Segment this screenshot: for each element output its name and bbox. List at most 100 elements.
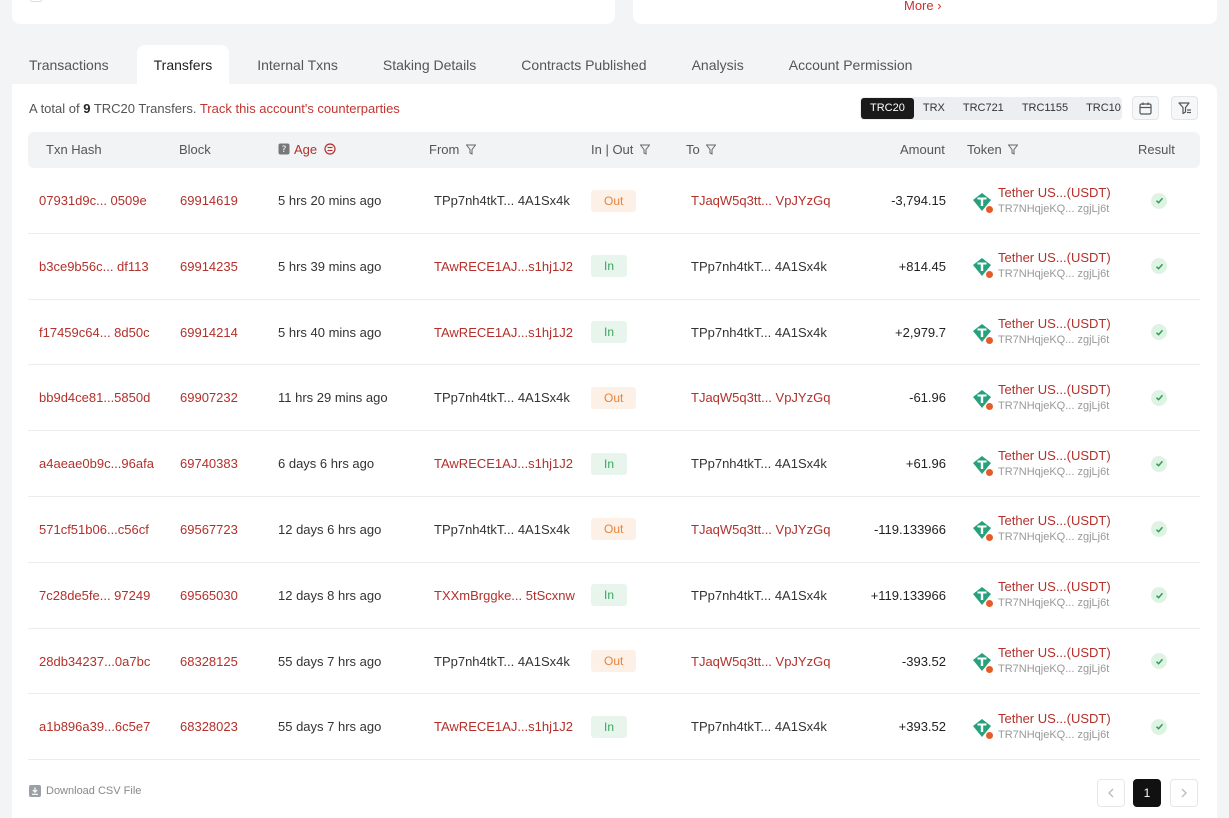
direction-badge: In <box>591 255 628 278</box>
token-cell[interactable]: Tether US...(USDT) TR7NHqjeKQ... zgjLj6t <box>972 365 1111 430</box>
tether-icon <box>972 455 994 477</box>
token-cell[interactable]: Tether US...(USDT) TR7NHqjeKQ... zgjLj6t <box>972 431 1111 496</box>
col-from-label: From <box>429 142 460 157</box>
tab-contracts-published[interactable]: Contracts Published <box>504 45 663 84</box>
block-link[interactable]: 68328125 <box>180 629 238 694</box>
token-type-trc20[interactable]: TRC20 <box>861 98 914 119</box>
age-text: 12 days 6 hrs ago <box>278 521 382 537</box>
block-link[interactable]: 69914235 <box>180 234 238 299</box>
tab-internal-txns[interactable]: Internal Txns <box>240 45 355 84</box>
table-row: 7c28de5fe... 97249 69565030 12 days 8 hrs … <box>28 563 1200 629</box>
calendar-button[interactable] <box>1132 96 1159 120</box>
token-name[interactable]: Tether US...(USDT) <box>998 447 1111 464</box>
token-cell[interactable]: Tether US...(USDT) TR7NHqjeKQ... zgjLj6t <box>972 563 1111 628</box>
txn-hash-link[interactable]: 07931d9c... 0509e <box>39 168 147 233</box>
token-contract: TR7NHqjeKQ... zgjLj6t <box>998 399 1110 412</box>
from-address[interactable]: TAwRECE1AJ...s1hj1J2 <box>434 694 573 759</box>
table-header: Txn Hash Block ? Age From In | Out To Am… <box>28 132 1200 168</box>
tab-transactions[interactable]: Transactions <box>12 45 126 84</box>
help-icon[interactable]: ? <box>278 133 290 169</box>
col-in-out[interactable]: In | Out <box>591 132 651 169</box>
to-address[interactable]: TJaqW5q3tt... VpJYzGq <box>691 629 830 694</box>
txn-hash-link[interactable]: a1b896a39...6c5e7 <box>39 694 150 759</box>
table-row: 28db34237...0a7bc 68328125 55 days 7 hrs a… <box>28 629 1200 695</box>
token-type-trc10[interactable]: TRC10 <box>1077 98 1130 119</box>
block-link[interactable]: 69914214 <box>180 300 238 365</box>
txn-hash-link[interactable]: 571cf51b06...c56cf <box>39 497 149 562</box>
txn-hash-link[interactable]: f17459c64... 8d50c <box>39 300 150 365</box>
token-name[interactable]: Tether US...(USDT) <box>998 315 1111 332</box>
block-link[interactable]: 69567723 <box>180 497 238 562</box>
to-address[interactable]: TJaqW5q3tt... VpJYzGq <box>691 497 830 562</box>
token-cell[interactable]: Tether US...(USDT) TR7NHqjeKQ... zgjLj6t <box>972 168 1111 233</box>
txn-hash-link[interactable]: 28db34237...0a7bc <box>39 629 150 694</box>
summary-count: 9 <box>83 101 91 116</box>
token-type-trx[interactable]: TRX <box>914 98 954 119</box>
tab-staking-details[interactable]: Staking Details <box>366 45 493 84</box>
txn-hash-link[interactable]: b3ce9b56c... df113 <box>39 234 149 299</box>
col-to-label: To <box>686 142 700 157</box>
token-cell[interactable]: Tether US...(USDT) TR7NHqjeKQ... zgjLj6t <box>972 234 1111 299</box>
direction-badge: In <box>591 321 628 344</box>
advanced-filter-button[interactable] <box>1171 96 1198 120</box>
block-link[interactable]: 69914619 <box>180 168 238 233</box>
token-name[interactable]: Tether US...(USDT) <box>998 184 1111 201</box>
download-csv-button[interactable]: Download CSV File <box>29 785 141 797</box>
token-cell[interactable]: Tether US...(USDT) TR7NHqjeKQ... zgjLj6t <box>972 497 1111 562</box>
amount-value: -119.133966 <box>873 521 946 537</box>
block-link[interactable]: 69740383 <box>180 431 238 496</box>
tab-account-permission[interactable]: Account Permission <box>772 45 930 84</box>
age-text: 11 hrs 29 mins ago <box>278 390 388 406</box>
token-name[interactable]: Tether US...(USDT) <box>998 644 1111 661</box>
from-address[interactable]: TAwRECE1AJ...s1hj1J2 <box>434 300 573 365</box>
col-token[interactable]: Token <box>967 132 1019 169</box>
from-address[interactable]: TAwRECE1AJ...s1hj1J2 <box>434 431 573 496</box>
token-type-trc721[interactable]: TRC721 <box>954 98 1013 119</box>
tab-analysis[interactable]: Analysis <box>675 45 761 84</box>
token-name[interactable]: Tether US...(USDT) <box>998 381 1111 398</box>
funnel-icon[interactable] <box>465 133 477 169</box>
tab-transfers[interactable]: Transfers <box>136 45 230 84</box>
more-link[interactable]: More › <box>904 0 942 13</box>
block-link[interactable]: 68328023 <box>180 694 238 759</box>
to-address[interactable]: TJaqW5q3tt... VpJYzGq <box>691 168 830 233</box>
to-address[interactable]: TJaqW5q3tt... VpJYzGq <box>691 365 830 430</box>
col-age[interactable]: ? Age <box>278 132 336 168</box>
token-name[interactable]: Tether US...(USDT) <box>998 249 1111 266</box>
next-page-button[interactable] <box>1170 779 1198 807</box>
token-name[interactable]: Tether US...(USDT) <box>998 512 1111 529</box>
col-to[interactable]: To <box>686 132 717 169</box>
txn-hash-link[interactable]: bb9d4ce81...5850d <box>39 365 150 430</box>
col-from[interactable]: From <box>429 132 477 169</box>
block-link[interactable]: 69907232 <box>180 365 238 430</box>
to-address: TPp7nh4tkT... 4A1Sx4k <box>691 258 827 274</box>
col-block: Block <box>179 142 211 157</box>
age-text: 55 days 7 hrs ago <box>278 653 382 669</box>
txn-hash-link[interactable]: a4aeae0b9c...96afa <box>39 431 154 496</box>
funnel-icon[interactable] <box>1007 133 1019 169</box>
token-name[interactable]: Tether US...(USDT) <box>998 710 1111 727</box>
txn-hash-link[interactable]: 7c28de5fe... 97249 <box>39 563 150 628</box>
token-cell[interactable]: Tether US...(USDT) TR7NHqjeKQ... zgjLj6t <box>972 694 1111 759</box>
col-amount: Amount <box>900 142 945 157</box>
from-address[interactable]: TAwRECE1AJ...s1hj1J2 <box>434 234 573 299</box>
token-cell[interactable]: Tether US...(USDT) TR7NHqjeKQ... zgjLj6t <box>972 300 1111 365</box>
funnel-icon[interactable] <box>639 133 651 169</box>
prev-page-button[interactable] <box>1097 779 1125 807</box>
page-1-button[interactable]: 1 <box>1133 779 1161 807</box>
from-address: TPp7nh4tkT... 4A1Sx4k <box>434 193 570 208</box>
token-cell[interactable]: Tether US...(USDT) TR7NHqjeKQ... zgjLj6t <box>972 629 1111 694</box>
amount-value: -393.52 <box>901 653 946 669</box>
sort-icon[interactable] <box>324 133 336 169</box>
overview-card <box>12 0 615 24</box>
col-txn-hash: Txn Hash <box>46 142 102 157</box>
token-type-trc1155[interactable]: TRC1155 <box>1013 98 1077 119</box>
token-name[interactable]: Tether US...(USDT) <box>998 578 1111 595</box>
check-icon <box>1151 718 1167 735</box>
counterparties-link[interactable]: Track this account's counterparties <box>200 101 400 116</box>
amount-value: +61.96 <box>905 456 946 472</box>
block-link[interactable]: 69565030 <box>180 563 238 628</box>
from-address[interactable]: TXXmBrggke... 5tScxnw <box>434 563 575 628</box>
funnel-icon[interactable] <box>705 133 717 169</box>
from-address: TPp7nh4tkT... 4A1Sx4k <box>434 390 570 406</box>
